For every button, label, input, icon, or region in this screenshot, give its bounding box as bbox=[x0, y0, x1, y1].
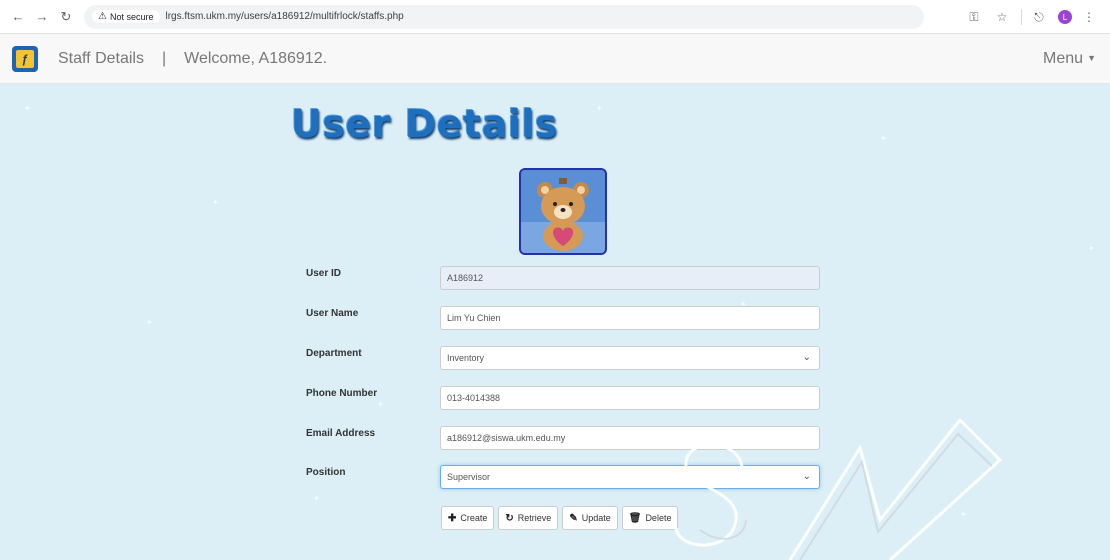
extensions-icon[interactable]: ⎋ bbox=[1028, 10, 1050, 25]
bear-plush-image bbox=[521, 170, 605, 253]
sparkle-decoration: ✦ bbox=[212, 198, 219, 207]
action-buttons: ✚ Create ↻ Retrieve ✎ Update 🗑 Delete bbox=[441, 506, 682, 530]
email-label: Email Address bbox=[306, 428, 376, 439]
security-chip[interactable]: ⚠ Not secure bbox=[92, 10, 160, 23]
department-value: Inventory bbox=[447, 353, 485, 363]
plus-icon: ✚ bbox=[448, 512, 457, 524]
page-title: User Details bbox=[291, 102, 559, 146]
password-key-icon[interactable]: ⚿ bbox=[963, 10, 985, 25]
sparkle-decoration: ✦ bbox=[24, 104, 31, 113]
avatar bbox=[519, 168, 607, 255]
nav-separator: | bbox=[161, 49, 167, 67]
toolbar-divider bbox=[1021, 9, 1022, 25]
menu-label: Menu bbox=[1043, 49, 1084, 67]
position-value: Supervisor bbox=[447, 472, 491, 482]
address-bar[interactable]: ⚠ Not secure lrgs.ftsm.ukm.my/users/a186… bbox=[84, 4, 924, 29]
user-id-field[interactable]: A186912 bbox=[440, 266, 820, 290]
url-text: lrgs.ftsm.ukm.my/users/a186912/multifrlo… bbox=[165, 11, 404, 22]
position-select[interactable]: Supervisor ⌄ bbox=[440, 465, 820, 489]
create-label: Create bbox=[460, 513, 488, 523]
back-icon[interactable]: ← bbox=[8, 7, 28, 27]
app-navbar: ƒ Staff Details | Welcome, A186912. Menu… bbox=[0, 34, 1110, 84]
sparkle-decoration: ✦ bbox=[377, 400, 384, 409]
chevron-down-icon: ⌄ bbox=[802, 471, 811, 482]
user-name-label: User Name bbox=[306, 308, 359, 319]
reload-icon[interactable]: ↻ bbox=[56, 7, 76, 27]
sparkle-decoration: ✦ bbox=[1088, 244, 1095, 253]
update-label: Update bbox=[581, 513, 611, 523]
update-button[interactable]: ✎ Update bbox=[562, 506, 618, 530]
chevron-down-icon: ⌄ bbox=[802, 352, 811, 363]
sparkle-decoration: ✦ bbox=[146, 318, 153, 327]
nav-title-link[interactable]: Staff Details bbox=[58, 50, 144, 68]
refresh-icon: ↻ bbox=[505, 512, 514, 524]
position-label: Position bbox=[306, 467, 346, 478]
user-id-label: User ID bbox=[306, 268, 342, 279]
retrieve-button[interactable]: ↻ Retrieve bbox=[498, 506, 559, 530]
welcome-text: Welcome, A186912. bbox=[184, 49, 328, 67]
department-label: Department bbox=[306, 348, 362, 359]
pencil-icon: ✎ bbox=[569, 512, 578, 524]
caret-down-icon: ▼ bbox=[1087, 53, 1096, 64]
sparkle-decoration: ✦ bbox=[596, 104, 603, 113]
warning-icon: ⚠ bbox=[98, 11, 107, 22]
delete-button[interactable]: 🗑 Delete bbox=[621, 506, 679, 530]
retrieve-label: Retrieve bbox=[517, 513, 552, 523]
phone-field[interactable]: 013-4014388 bbox=[440, 386, 820, 410]
forward-icon[interactable]: → bbox=[32, 7, 52, 27]
security-label: Not secure bbox=[109, 11, 154, 22]
phone-label: Phone Number bbox=[306, 388, 378, 399]
brand-logo-icon[interactable]: ƒ bbox=[12, 45, 38, 72]
browser-toolbar: ← → ↻ ⚠ Not secure lrgs.ftsm.ukm.my/user… bbox=[0, 0, 1110, 34]
trash-icon: 🗑 bbox=[628, 512, 642, 524]
bookmark-star-icon[interactable]: ☆ bbox=[991, 10, 1013, 24]
menu-dropdown[interactable]: Menu ▼ bbox=[1043, 50, 1096, 68]
sparkle-decoration: ✦ bbox=[960, 510, 967, 519]
email-field[interactable]: a186912@siswa.ukm.edu.my bbox=[440, 426, 820, 450]
user-name-field[interactable]: Lim Yu Chien bbox=[440, 306, 820, 330]
department-select[interactable]: Inventory ⌄ bbox=[440, 346, 820, 370]
sparkle-decoration: ✦ bbox=[880, 134, 887, 143]
create-button[interactable]: ✚ Create bbox=[441, 506, 495, 530]
profile-avatar[interactable]: L bbox=[1058, 10, 1072, 24]
sparkle-decoration: ✦ bbox=[313, 494, 320, 503]
more-options-icon[interactable]: ⋮ bbox=[1078, 10, 1100, 24]
delete-label: Delete bbox=[645, 513, 672, 523]
